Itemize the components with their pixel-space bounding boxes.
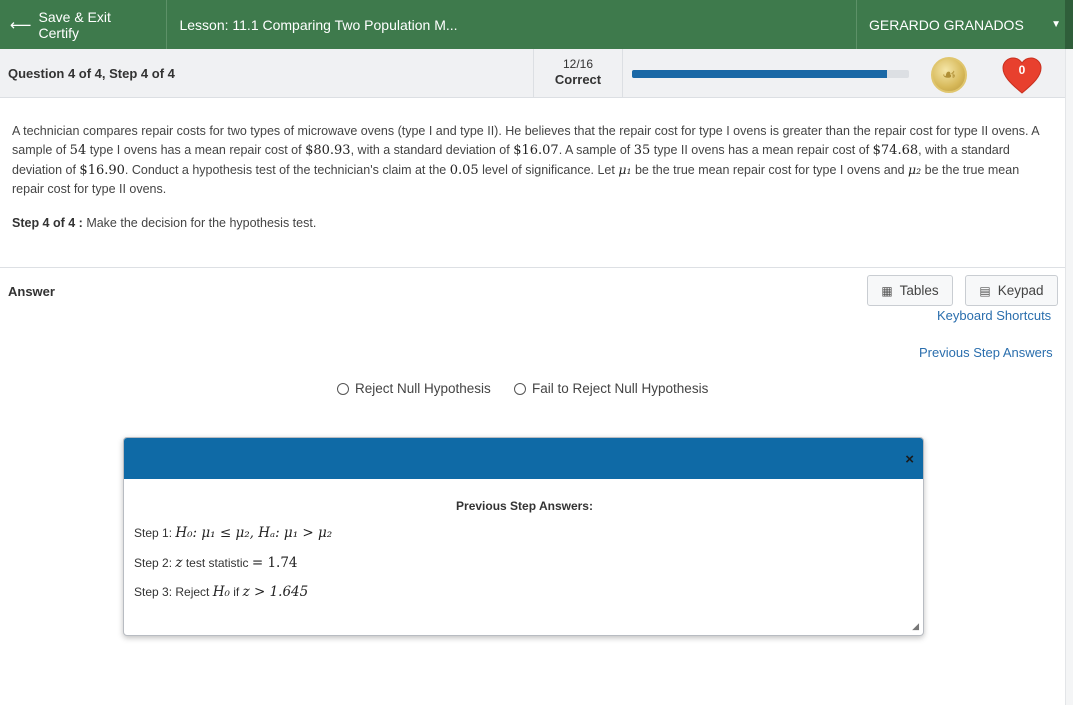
mean-1: $80.93 bbox=[305, 143, 351, 158]
dialog-title: Previous Step Answers: bbox=[456, 499, 593, 513]
lesson-title: Lesson: 11.1 Comparing Two Population M.… bbox=[179, 16, 458, 33]
answer-label: Answer bbox=[8, 284, 55, 299]
step1-label: Step 1: bbox=[134, 526, 173, 540]
step1-hypotheses: H₀: μ₁ ≤ μ₂, Hₐ: μ₁ > μ₂ bbox=[175, 525, 333, 541]
status-bar: Question 4 of 4, Step 4 of 4 12/16 Corre… bbox=[0, 49, 1073, 98]
step-text: Make the decision for the hypothesis tes… bbox=[82, 216, 317, 230]
question-part: . A sample of bbox=[558, 143, 634, 157]
step2-label: Step 2: bbox=[134, 556, 173, 570]
topbar-edge bbox=[1065, 0, 1073, 49]
mu1-symbol: μ₁ bbox=[618, 162, 632, 177]
resize-handle-icon[interactable]: ◢ bbox=[912, 621, 919, 632]
question-part: . Conduct a hypothesis test of the techn… bbox=[124, 163, 450, 177]
score-value: 12/16 bbox=[562, 57, 594, 71]
step3-text: Reject bbox=[172, 585, 213, 599]
sd-1: $16.07 bbox=[513, 143, 559, 158]
divider bbox=[0, 267, 1065, 268]
step3-rejection-rule: z > 1.645 bbox=[242, 584, 309, 600]
top-bar: ⟵ Save & Exit Certify Lesson: 11.1 Compa… bbox=[0, 0, 1073, 49]
question-part: type I ovens has a mean repair cost of bbox=[86, 143, 306, 157]
step2-text: test statistic bbox=[182, 556, 252, 570]
progress-bar bbox=[632, 70, 909, 78]
question-part: be the true mean repair cost for type I … bbox=[631, 163, 909, 177]
save-exit-label: Save & Exit Certify bbox=[38, 8, 111, 41]
tables-label: Tables bbox=[899, 283, 939, 298]
hearts-indicator: 0 bbox=[1000, 55, 1044, 95]
question-part: , with a standard deviation of bbox=[350, 143, 514, 157]
caret-down-icon: ▼ bbox=[1051, 19, 1061, 30]
radio-fail-to-reject-null[interactable]: Fail to Reject Null Hypothesis bbox=[514, 381, 708, 396]
keyboard-shortcuts-link[interactable]: Keyboard Shortcuts bbox=[937, 308, 1051, 323]
step3-h0: H₀ bbox=[212, 584, 230, 600]
hearts-count: 0 bbox=[1018, 63, 1026, 77]
keypad-label: Keypad bbox=[997, 283, 1044, 298]
step3-label: Step 3: bbox=[134, 585, 173, 599]
step-instruction: Step 4 of 4 : Make the decision for the … bbox=[12, 216, 316, 230]
keypad-button[interactable]: ▤ Keypad bbox=[965, 275, 1058, 306]
question-progress-label: Question 4 of 4, Step 4 of 4 bbox=[8, 66, 175, 81]
question-part: type II ovens has a mean repair cost of bbox=[650, 143, 873, 157]
score-box: 12/16 Correct bbox=[533, 49, 623, 98]
table-icon: ▦ bbox=[881, 283, 893, 298]
close-icon[interactable]: × bbox=[905, 451, 914, 468]
radio-reject-null[interactable]: Reject Null Hypothesis bbox=[337, 381, 491, 396]
previous-step-answers-link[interactable]: Previous Step Answers bbox=[919, 345, 1053, 360]
score-caption: Correct bbox=[554, 72, 602, 87]
step2-variable: z bbox=[175, 555, 183, 571]
step2-answer: Step 2: z test statistic = 1.74 bbox=[134, 555, 298, 571]
coin-icon: ☙ bbox=[931, 57, 967, 93]
step3-answer: Step 3: Reject H₀ if z > 1.645 bbox=[134, 584, 308, 600]
radio-button[interactable] bbox=[514, 382, 526, 395]
step2-value: = 1.74 bbox=[251, 555, 298, 571]
save-exit-button[interactable]: ⟵ Save & Exit Certify bbox=[0, 0, 168, 49]
mean-2: $74.68 bbox=[872, 143, 919, 158]
radio-button[interactable] bbox=[337, 382, 349, 395]
user-name: GERARDO GRANADOS bbox=[868, 16, 1024, 33]
step3-text: if bbox=[229, 585, 243, 599]
previous-step-answers-dialog: × Previous Step Answers: Step 1: H₀: μ₁ … bbox=[123, 437, 924, 636]
step1-answer: Step 1: H₀: μ₁ ≤ μ₂, Hₐ: μ₁ > μ₂ bbox=[134, 525, 332, 541]
progress-fill bbox=[632, 70, 887, 78]
dialog-header[interactable]: × bbox=[124, 438, 923, 479]
sample-size-2: 35 bbox=[633, 143, 651, 158]
arrow-left-icon: ⟵ bbox=[10, 16, 32, 34]
radio-label: Fail to Reject Null Hypothesis bbox=[532, 381, 709, 396]
step-label: Step 4 of 4 : bbox=[12, 216, 83, 230]
radio-label: Reject Null Hypothesis bbox=[355, 381, 491, 396]
scrollbar-track[interactable] bbox=[1065, 49, 1073, 705]
user-menu[interactable]: GERARDO GRANADOS ▼ bbox=[855, 0, 1073, 49]
tables-button[interactable]: ▦ Tables bbox=[867, 275, 953, 306]
sd-2: $16.90 bbox=[79, 163, 125, 178]
calculator-icon: ▤ bbox=[979, 283, 991, 298]
question-part: level of significance. Let bbox=[478, 163, 619, 177]
question-text: A technician compares repair costs for t… bbox=[12, 122, 1052, 199]
sample-size-1: 54 bbox=[69, 143, 87, 158]
mu2-symbol: μ₂ bbox=[908, 162, 922, 177]
significance-level: 0.05 bbox=[449, 163, 479, 178]
